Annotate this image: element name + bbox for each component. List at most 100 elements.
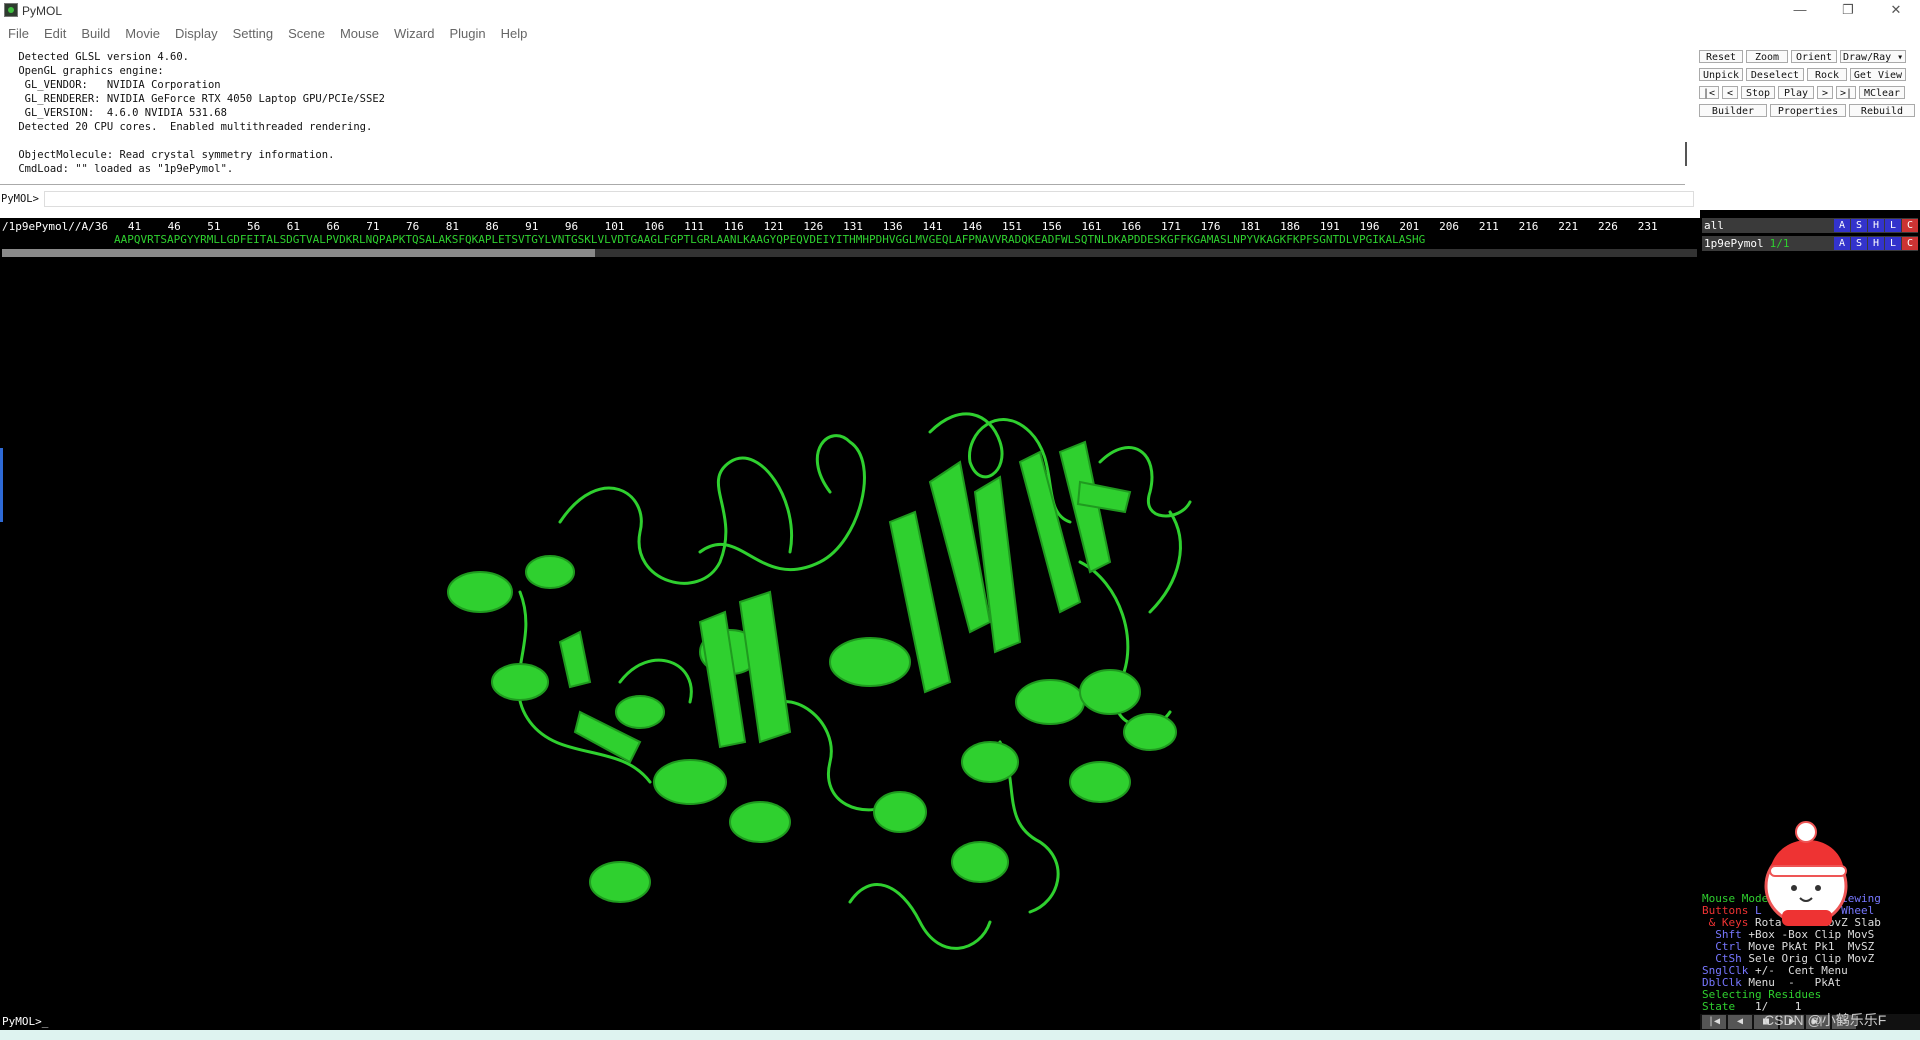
menu-movie[interactable]: Movie: [119, 22, 166, 46]
mascot-scarf: [1782, 910, 1832, 926]
menu-wizard[interactable]: Wizard: [388, 22, 440, 46]
menu-edit[interactable]: Edit: [38, 22, 72, 46]
object-action-buttons: A S H L C: [1834, 219, 1918, 232]
properties-button[interactable]: Properties: [1770, 104, 1846, 117]
object-row-all[interactable]: all A S H L C: [1702, 218, 1918, 233]
movie-prev-frame-button[interactable]: ◀: [1728, 1015, 1752, 1029]
color-button[interactable]: C: [1902, 219, 1918, 232]
menu-build[interactable]: Build: [75, 22, 116, 46]
helix: [653, 759, 727, 805]
help-key: State: [1702, 1000, 1742, 1013]
sequence-viewer[interactable]: /1p9ePymol//A/36 41 46 51 56 61 66 71 76…: [0, 218, 1700, 262]
helix: [729, 801, 791, 843]
menu-setting[interactable]: Setting: [227, 22, 279, 46]
zoom-button[interactable]: Zoom: [1746, 50, 1788, 63]
rewind-button[interactable]: |<: [1699, 86, 1719, 99]
rock-button[interactable]: Rock: [1807, 68, 1847, 81]
command-input[interactable]: [44, 191, 1694, 207]
title-bar: PyMOL — ❐ ✕: [0, 0, 1920, 22]
back-button[interactable]: <: [1722, 86, 1738, 99]
action-button[interactable]: A: [1834, 237, 1850, 250]
button-row-4: Builder Properties Rebuild: [1699, 104, 1915, 117]
object-name[interactable]: 1p9ePymol 1/1: [1704, 237, 1789, 250]
helix: [525, 555, 575, 589]
object-action-buttons: A S H L C: [1834, 237, 1918, 250]
console-line: Detected 20 CPU cores. Enabled multithre…: [12, 121, 373, 133]
viewer-command-prompt[interactable]: PyMOL>_: [2, 1015, 48, 1028]
object-name-text: 1p9ePymol: [1704, 237, 1764, 250]
console-line: OpenGL graphics engine:: [12, 65, 164, 77]
console-output[interactable]: Detected GLSL version 4.60. OpenGL graph…: [0, 46, 1685, 185]
restore-button[interactable]: ❐: [1826, 0, 1870, 22]
sheet-arrow: [558, 630, 592, 689]
taskbar-strip: [0, 1030, 1920, 1040]
rebuild-button[interactable]: Rebuild: [1849, 104, 1915, 117]
mclear-button[interactable]: MClear: [1859, 86, 1905, 99]
menu-display[interactable]: Display: [169, 22, 224, 46]
deselect-button[interactable]: Deselect: [1746, 68, 1804, 81]
menu-bar: File Edit Build Movie Display Setting Scene Mou…: [0, 22, 1920, 46]
get-view-button[interactable]: Get View: [1850, 68, 1906, 81]
menu-mouse[interactable]: Mouse: [334, 22, 385, 46]
hide-button[interactable]: H: [1868, 219, 1884, 232]
menu-file[interactable]: File: [2, 22, 35, 46]
loop-path: [848, 883, 992, 950]
menu-help[interactable]: Help: [495, 22, 534, 46]
unpick-button[interactable]: Unpick: [1699, 68, 1743, 81]
helix: [589, 861, 651, 903]
hide-button[interactable]: H: [1868, 237, 1884, 250]
console-line: GL_VENDOR: NVIDIA Corporation: [12, 79, 221, 91]
console-line: Detected GLSL version 4.60.: [12, 51, 190, 63]
loop-path: [618, 658, 693, 704]
show-button[interactable]: S: [1851, 237, 1867, 250]
helix: [829, 637, 911, 687]
protein-cartoon: [447, 412, 1192, 950]
console-line: GL_RENDERER: NVIDIA GeForce RTX 4050 Lap…: [12, 93, 385, 105]
helix: [447, 571, 513, 613]
object-row-1p9epymol[interactable]: 1p9ePymol 1/1 A S H L C: [1702, 236, 1918, 251]
menu-scene[interactable]: Scene: [282, 22, 331, 46]
play-button[interactable]: Play: [1778, 86, 1814, 99]
stop-button[interactable]: Stop: [1741, 86, 1775, 99]
console-text: Detected GLSL version 4.60. OpenGL graph…: [12, 50, 385, 176]
minimize-button[interactable]: —: [1778, 0, 1822, 22]
sequence-numbers: /1p9ePymol//A/36 41 46 51 56 61 66 71 76…: [2, 220, 1658, 233]
button-row-1: Reset Zoom Orient Draw/Ray ▾: [1699, 50, 1906, 63]
viewer-edge-marker: [0, 448, 3, 522]
mascot-hat-brim: [1769, 865, 1847, 877]
close-button[interactable]: ✕: [1874, 0, 1918, 22]
console-scrollbar[interactable]: [1685, 142, 1687, 166]
label-button[interactable]: L: [1885, 237, 1901, 250]
sequence-residues[interactable]: AAPQVRTSAPGYYRMLLGDFEITALSDGTVALPVDKRLNQ…: [114, 233, 1425, 246]
label-button[interactable]: L: [1885, 219, 1901, 232]
object-name[interactable]: all: [1704, 219, 1724, 232]
sequence-scrollbar-thumb[interactable]: [2, 249, 595, 257]
helix: [1079, 669, 1141, 715]
button-row-3: |< < Stop Play > >| MClear: [1699, 86, 1905, 99]
loop-path: [1148, 510, 1182, 614]
movie-first-frame-button[interactable]: |◀: [1702, 1015, 1726, 1029]
button-row-2: Unpick Deselect Rock Get View: [1699, 68, 1906, 81]
menu-plugin[interactable]: Plugin: [443, 22, 491, 46]
color-button[interactable]: C: [1902, 237, 1918, 250]
builder-button[interactable]: Builder: [1699, 104, 1767, 117]
end-button[interactable]: >|: [1836, 86, 1856, 99]
mascot-pompom: [1795, 821, 1817, 843]
draw-ray-button[interactable]: Draw/Ray ▾: [1840, 50, 1906, 63]
forward-button[interactable]: >: [1817, 86, 1833, 99]
orient-button[interactable]: Orient: [1791, 50, 1837, 63]
viewer-command-line[interactable]: PyMOL>_: [0, 1014, 1700, 1030]
internal-gui-buttons: Reset Zoom Orient Draw/Ray ▾ Unpick Dese…: [1695, 46, 1920, 210]
show-button[interactable]: S: [1851, 219, 1867, 232]
command-row: PyMOL>: [0, 190, 1695, 208]
mascot-eye: [1815, 885, 1821, 891]
csdn-watermark: CSDN @小鹤乐乐F: [1764, 1012, 1887, 1028]
helix: [1069, 761, 1131, 803]
helix: [873, 791, 927, 833]
helix: [615, 695, 665, 729]
command-prompt: PyMOL>: [1, 193, 39, 205]
action-button[interactable]: A: [1834, 219, 1850, 232]
molecule-viewport[interactable]: [0, 262, 1700, 1014]
reset-button[interactable]: Reset: [1699, 50, 1743, 63]
